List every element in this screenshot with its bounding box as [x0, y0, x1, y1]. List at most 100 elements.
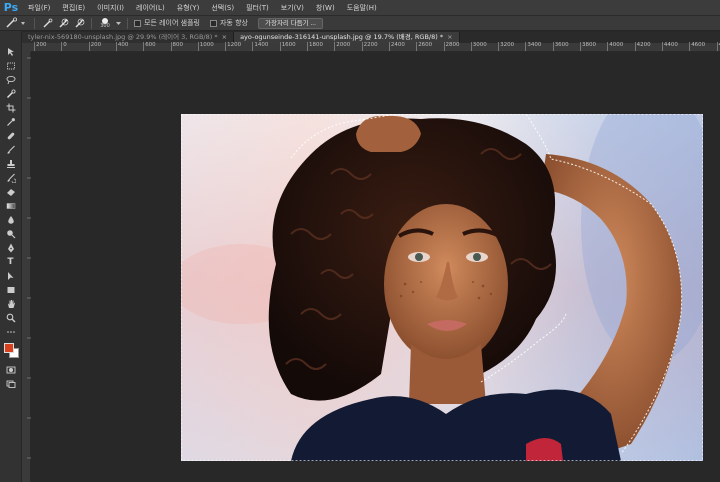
ruler-tick: 2000 — [334, 42, 350, 51]
portrait-photo — [181, 114, 703, 461]
rectangle-icon — [7, 286, 14, 293]
healing-brush-icon — [7, 132, 14, 139]
ruler-tick: 3800 — [580, 42, 596, 51]
horizontal-ruler[interactable]: 200 0 200 400 600 800 1000 1200 1400 1600 1800 2000… — [22, 42, 720, 52]
hand-icon — [7, 299, 15, 308]
path-selection-icon — [7, 271, 13, 280]
ruler-tick-label: 4200 — [636, 42, 651, 48]
screen-mode-button[interactable] — [3, 377, 19, 390]
ruler-tick-label: 4400 — [663, 42, 678, 48]
sample-all-layers-label: 모든 레이어 샘플링 — [144, 19, 200, 27]
subtract-selection-button[interactable] — [73, 17, 85, 29]
tools-panel: T — [0, 31, 22, 482]
menu-help[interactable]: 도움말(H) — [341, 3, 383, 13]
pen-icon — [7, 243, 14, 252]
menu-edit[interactable]: 편집(E) — [56, 3, 91, 13]
menu-view[interactable]: 보기(V) — [275, 3, 310, 13]
ruler-tick-label: 800 — [172, 42, 184, 48]
ruler-origin[interactable] — [22, 43, 31, 52]
crop-tool[interactable] — [3, 101, 19, 114]
menu-file[interactable]: 파일(F) — [22, 3, 56, 13]
new-selection-button[interactable] — [41, 17, 53, 29]
blur-tool[interactable] — [3, 213, 19, 226]
ruler-tick: 2800 — [443, 42, 460, 51]
close-icon[interactable]: × — [222, 33, 227, 41]
rectangle-tool[interactable] — [3, 283, 19, 296]
document-workspace[interactable] — [31, 52, 720, 482]
lasso-tool[interactable] — [3, 73, 19, 86]
ruler-tick-label: 3400 — [527, 42, 542, 48]
menu-layer[interactable]: 레이어(L) — [130, 3, 171, 13]
quick-mask-button[interactable] — [3, 363, 19, 376]
brush-size-picker[interactable]: 300 — [98, 16, 112, 30]
ruler-tick: 4600 — [689, 42, 705, 51]
type-tool[interactable]: T — [3, 255, 19, 268]
gradient-tool[interactable] — [3, 199, 19, 212]
extra-tools-button[interactable] — [3, 325, 19, 338]
eyedropper-tool[interactable] — [3, 115, 19, 128]
tab-label: ayo-ogunseinde-316141-unsplash.jpg @ 19.… — [240, 33, 444, 41]
ruler-tick-label: 3000 — [472, 42, 487, 48]
menu-select[interactable]: 선택(S) — [205, 3, 240, 13]
brush-size-value: 300 — [100, 22, 110, 29]
tool-preset-picker[interactable] — [4, 17, 28, 29]
zoom-tool[interactable] — [3, 311, 19, 324]
ruler-tick-label: 200 — [36, 42, 47, 48]
chevron-down-icon — [21, 22, 25, 25]
vertical-ruler[interactable] — [22, 52, 31, 482]
close-icon[interactable]: × — [447, 33, 452, 41]
path-selection-tool[interactable] — [3, 269, 19, 282]
document-canvas[interactable] — [181, 114, 703, 461]
menu-type[interactable]: 유형(Y) — [171, 3, 206, 13]
checkbox-box[interactable] — [209, 19, 217, 27]
ruler-tick: 2200 — [361, 42, 378, 51]
ruler-tick-label: 0 — [63, 42, 67, 48]
ruler-tick-label: 600 — [145, 42, 156, 48]
menu-bar: Ps 파일(F) 편집(E) 이미지(I) 레이어(L) 유형(Y) 선택(S)… — [0, 0, 720, 15]
ruler-tick: 1400 — [252, 42, 268, 51]
ruler-tick-label: 3800 — [582, 42, 596, 48]
menu-window[interactable]: 창(W) — [310, 3, 341, 13]
tab-label: tyler-nix-569180-unsplash.jpg @ 29.9% (레… — [28, 33, 218, 41]
chevron-down-icon[interactable] — [116, 21, 121, 26]
ruler-tick-label: 4600 — [691, 42, 706, 48]
clone-stamp-tool[interactable] — [3, 157, 19, 170]
sample-all-layers-checkbox[interactable]: 모든 레이어 샘플링 — [134, 18, 200, 28]
ruler-tick-label: 1200 — [227, 42, 242, 48]
foreground-color-swatch[interactable] — [3, 343, 14, 353]
ruler-tick: 4400 — [661, 42, 678, 51]
divider — [127, 17, 128, 29]
menu-image[interactable]: 이미지(I) — [91, 3, 130, 13]
ruler-tick: 3000 — [470, 42, 487, 51]
quick-selection-tool[interactable] — [3, 87, 19, 100]
history-brush-icon — [7, 173, 16, 183]
ruler-tick: 3200 — [498, 42, 514, 51]
auto-enhance-checkbox[interactable]: 자동 향상 — [209, 18, 248, 28]
checkbox-box[interactable] — [134, 19, 141, 27]
pen-tool[interactable] — [3, 241, 19, 254]
move-tool[interactable] — [3, 45, 19, 58]
ruler-tick: 1600 — [279, 42, 296, 51]
eraser-icon — [6, 188, 15, 196]
ruler-tick-label: 1000 — [199, 42, 214, 48]
more-icon — [6, 330, 15, 333]
healing-brush-tool[interactable] — [3, 129, 19, 142]
ruler-tick: 4000 — [607, 42, 623, 51]
marquee-icon — [6, 62, 15, 69]
add-to-selection-button[interactable] — [57, 17, 69, 29]
history-brush-tool[interactable] — [3, 171, 19, 184]
hand-tool[interactable] — [3, 297, 19, 310]
brush-tool[interactable] — [3, 143, 19, 156]
eraser-tool[interactable] — [3, 185, 19, 198]
menu-filter[interactable]: 필터(T) — [240, 3, 275, 13]
ruler-tick: 400 — [115, 42, 128, 51]
gradient-icon — [6, 202, 15, 209]
color-swatches[interactable] — [2, 343, 20, 359]
lasso-icon — [6, 75, 15, 84]
quick-mask-icon — [6, 366, 15, 373]
refine-edge-button[interactable]: 가장자리 다듬기 ... — [257, 17, 323, 29]
ruler-tick: 800 — [170, 42, 183, 51]
marquee-tool[interactable] — [3, 59, 19, 72]
ruler-tick: 600 — [143, 42, 156, 51]
dodge-tool[interactable] — [3, 227, 19, 240]
